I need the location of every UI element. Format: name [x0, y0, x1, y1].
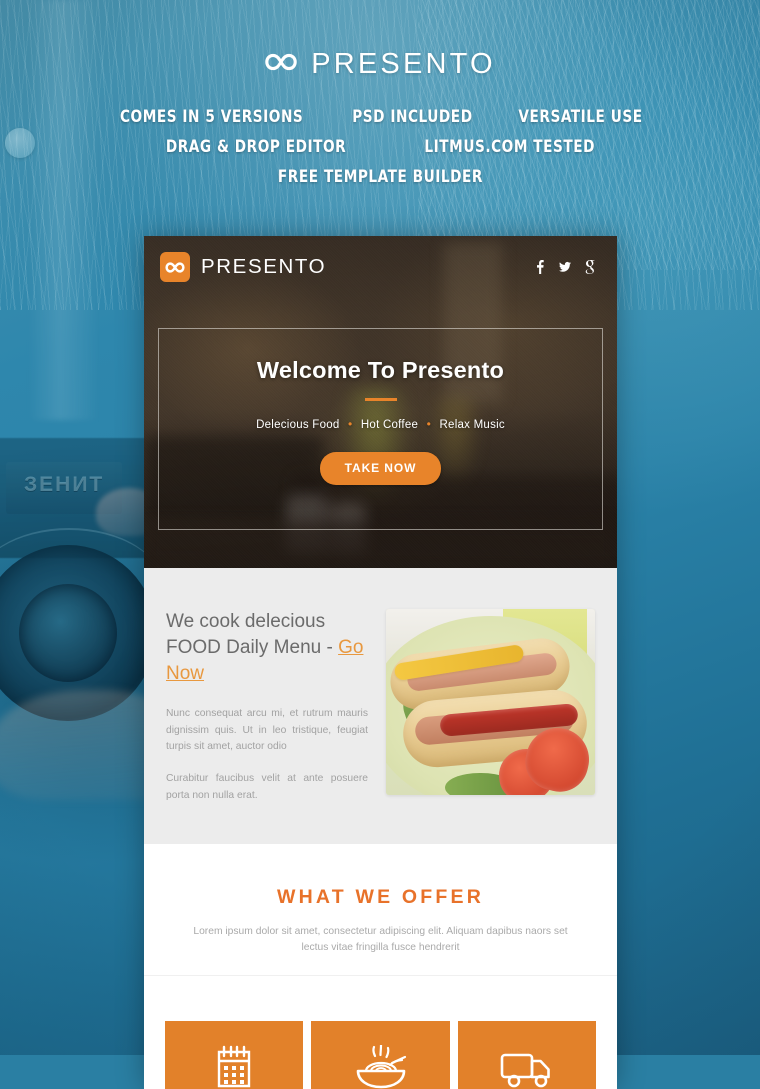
intro-heading-plain: We cook delecious FOOD Daily Menu -: [166, 611, 339, 659]
promo-feature-list: COMES IN 5 VERSIONS PSD INCLUDED VERSATI…: [0, 107, 760, 186]
offer-subtitle: Lorem ipsum dolor sit amet, consectetur …: [193, 926, 568, 954]
promo-feature: FREE TEMPLATE BUILDER: [277, 167, 483, 186]
email-template-preview: PRESENTO Welcome To Presento Delecious F…: [144, 236, 617, 1089]
email-header: PRESENTO: [144, 236, 617, 298]
google-plus-icon[interactable]: [584, 259, 596, 275]
promo-brand-lockup: PRESENTO: [264, 48, 496, 81]
hero-subtitle-item: Delecious Food: [256, 419, 340, 431]
offer-divider: [144, 975, 617, 977]
feature-tile-food[interactable]: [311, 1021, 450, 1089]
offer-section: WHAT WE OFFER Lorem ipsum dolor sit amet…: [144, 844, 617, 995]
intro-copy-column: We cook delecious FOOD Daily Menu - Go N…: [166, 609, 368, 804]
promo-feature: PSD INCLUDED: [351, 107, 473, 126]
hero-block: PRESENTO Welcome To Presento Delecious F…: [144, 236, 617, 568]
promo-feature: VERSATILE USE: [518, 107, 643, 126]
intro-section: We cook delecious FOOD Daily Menu - Go N…: [144, 568, 617, 845]
infinity-icon: [264, 53, 298, 76]
social-links: [534, 259, 596, 275]
hero-subtitle-item: Relax Music: [439, 419, 505, 431]
promo-brand-name: PRESENTO: [311, 48, 496, 80]
hero-subtitle: Delecious Food • Hot Coffee • Relax Musi…: [159, 417, 602, 431]
delivery-truck-icon: [499, 1049, 555, 1089]
twitter-icon[interactable]: [559, 259, 571, 275]
intro-paragraph-2: Curabitur faucibus velit at ante posuere…: [166, 773, 368, 801]
noodle-bowl-icon: [352, 1045, 408, 1089]
email-brand-name: PRESENTO: [201, 255, 327, 278]
intro-heading: We cook delecious FOOD Daily Menu - Go N…: [166, 609, 368, 687]
intro-paragraph-1: Nunc consequat arcu mi, et rutrum mauris…: [166, 708, 368, 753]
facebook-icon[interactable]: [534, 259, 546, 275]
promo-feature: DRAG & DROP EDITOR: [165, 137, 347, 156]
hero-title: Welcome To Presento: [256, 357, 505, 383]
hero-subtitle-separator: •: [347, 417, 353, 431]
feature-tiles: [144, 994, 617, 1089]
promo-banner: PRESENTO COMES IN 5 VERSIONS PSD INCLUDE…: [0, 0, 760, 197]
hero-frame: Welcome To Presento Delecious Food • Hot…: [158, 328, 603, 530]
promo-feature: LITMUS.COM TESTED: [423, 137, 595, 156]
calendar-icon: [211, 1045, 257, 1089]
hero-subtitle-separator: •: [426, 417, 432, 431]
promo-feature-row-3: FREE TEMPLATE BUILDER: [112, 167, 648, 186]
hot-dogs-plate-photo: [386, 609, 595, 795]
offer-title: WHAT WE OFFER: [277, 886, 484, 909]
feature-tile-calendar[interactable]: [165, 1021, 304, 1089]
promo-feature-row-2: DRAG & DROP EDITOR LITMUS.COM TESTED: [112, 137, 648, 156]
hero-subtitle-item: Hot Coffee: [360, 419, 419, 431]
hero-divider-rule: [364, 398, 397, 401]
infinity-icon: [160, 252, 190, 282]
email-brand-lockup[interactable]: PRESENTO: [160, 252, 326, 282]
take-now-button[interactable]: TAKE NOW: [319, 452, 442, 485]
promo-feature: COMES IN 5 VERSIONS: [119, 107, 304, 126]
feature-tile-delivery[interactable]: [457, 1021, 596, 1089]
promo-feature-row-1: COMES IN 5 VERSIONS PSD INCLUDED VERSATI…: [112, 107, 648, 126]
